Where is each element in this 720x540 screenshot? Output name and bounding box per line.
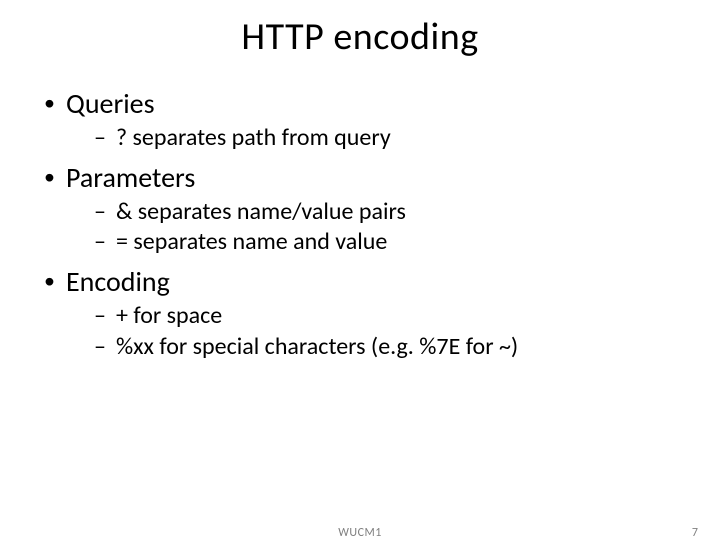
bullet-text: = separates name and value bbox=[116, 227, 387, 256]
list-item: Encoding + for space %xx for special cha… bbox=[42, 264, 680, 362]
bullet-text: + for space bbox=[116, 301, 222, 330]
bullet-text: Parameters bbox=[66, 160, 195, 195]
list-item: + for space bbox=[94, 301, 680, 332]
slide-title: HTTP encoding bbox=[0, 14, 720, 60]
footer-page-number: 7 bbox=[692, 526, 698, 540]
list-item: Queries ? separates path from query bbox=[42, 86, 680, 154]
bullet-text: %xx for special characters (e.g. %7E for… bbox=[116, 332, 518, 361]
sub-list: & separates name/value pairs = separates… bbox=[94, 197, 680, 258]
bullet-text: & separates name/value pairs bbox=[116, 197, 406, 226]
slide: HTTP encoding Queries ? separates path f… bbox=[0, 14, 720, 540]
list-item: Parameters & separates name/value pairs … bbox=[42, 160, 680, 258]
list-item: & separates name/value pairs bbox=[94, 197, 680, 228]
list-item: ? separates path from query bbox=[94, 123, 680, 154]
slide-content: Queries ? separates path from query Para… bbox=[0, 86, 720, 363]
list-item: %xx for special characters (e.g. %7E for… bbox=[94, 332, 680, 363]
list-item: = separates name and value bbox=[94, 227, 680, 258]
bullet-text: Encoding bbox=[66, 264, 170, 299]
sub-list: ? separates path from query bbox=[94, 123, 680, 154]
footer-center-text: WUCM1 bbox=[0, 526, 720, 540]
bullet-text: Queries bbox=[66, 86, 155, 121]
bullet-list: Queries ? separates path from query Para… bbox=[42, 86, 680, 363]
sub-list: + for space %xx for special characters (… bbox=[94, 301, 680, 362]
bullet-text: ? separates path from query bbox=[116, 123, 391, 152]
